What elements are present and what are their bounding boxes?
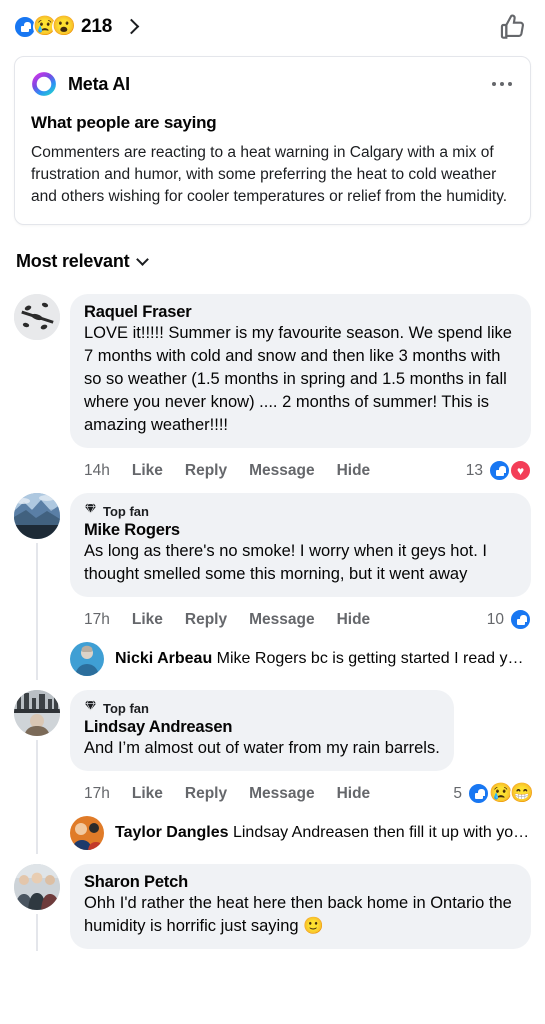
comment-reactions[interactable]: 13 bbox=[465, 460, 531, 481]
comment-body: Top fan Mike Rogers As long as there's n… bbox=[70, 493, 531, 678]
comment-timestamp[interactable]: 14h bbox=[84, 462, 110, 480]
avatar-column bbox=[14, 864, 60, 951]
top-fan-badge: Top fan bbox=[84, 502, 517, 520]
comment-text: And I’m almost out of water from my rain… bbox=[84, 739, 440, 757]
reply-author[interactable]: Nicki Arbeau bbox=[115, 650, 212, 667]
comment-text: As long as there's no smoke! I worry whe… bbox=[84, 542, 488, 583]
avatar-sharon-petch[interactable] bbox=[14, 864, 60, 910]
comment-author[interactable]: Lindsay Andreasen bbox=[84, 718, 440, 737]
comment-item: Sharon Petch Ohh I'd rather the heat her… bbox=[14, 852, 531, 951]
message-button[interactable]: Message bbox=[249, 785, 314, 803]
comment-reaction-count: 13 bbox=[465, 461, 483, 479]
gem-icon bbox=[84, 699, 97, 717]
like-button[interactable]: Like bbox=[132, 611, 163, 629]
reply-preview-text: Nicki Arbeau Mike Rogers bc is getting s… bbox=[115, 650, 531, 668]
avatar-column bbox=[14, 690, 60, 854]
comment-reaction-count: 10 bbox=[486, 610, 504, 628]
comment-actions: 17h Like Reply Message Hide 5 😢 😁 bbox=[70, 771, 534, 804]
avatar-raquel-fraser[interactable] bbox=[14, 294, 60, 340]
comment-author[interactable]: Sharon Petch bbox=[84, 873, 517, 892]
reply-button[interactable]: Reply bbox=[185, 611, 227, 629]
heart-icon bbox=[510, 460, 531, 481]
avatar-nicki-arbeau[interactable] bbox=[70, 642, 104, 676]
comment-reply-preview[interactable]: Nicki Arbeau Mike Rogers bc is getting s… bbox=[70, 630, 531, 678]
wow-icon: 😮 bbox=[52, 16, 76, 38]
meta-ai-ring-icon bbox=[31, 71, 57, 97]
thread-connector-line bbox=[36, 914, 38, 951]
haha-icon: 😁 bbox=[510, 783, 534, 804]
reply-button[interactable]: Reply bbox=[185, 462, 227, 480]
like-button[interactable]: Like bbox=[132, 462, 163, 480]
reply-button[interactable]: Reply bbox=[185, 785, 227, 803]
avatar-column bbox=[14, 493, 60, 680]
comment-bubble: Sharon Petch Ohh I'd rather the heat her… bbox=[70, 864, 531, 949]
comment-body: Sharon Petch Ohh I'd rather the heat her… bbox=[70, 864, 531, 949]
comment-reply-preview[interactable]: Taylor Dangles Lindsay Andreasen then fi… bbox=[70, 804, 531, 852]
avatar-column bbox=[14, 294, 60, 481]
top-fan-label: Top fan bbox=[103, 700, 149, 716]
comment-author[interactable]: Mike Rogers bbox=[84, 521, 517, 540]
reaction-count: 218 bbox=[81, 16, 113, 37]
chevron-right-icon[interactable] bbox=[123, 18, 140, 35]
meta-ai-brand-name: Meta AI bbox=[68, 73, 130, 94]
comment-text: LOVE it!!!!! Summer is my favourite seas… bbox=[84, 324, 512, 434]
comment-timestamp[interactable]: 17h bbox=[84, 785, 110, 803]
meta-ai-card-title: What people are saying bbox=[31, 113, 217, 132]
message-button[interactable]: Message bbox=[249, 611, 314, 629]
comment-bubble: Raquel Fraser LOVE it!!!!! Summer is my … bbox=[70, 294, 531, 448]
reply-author[interactable]: Taylor Dangles bbox=[115, 824, 229, 841]
comment-actions: 14h Like Reply Message Hide 13 bbox=[70, 448, 531, 481]
hide-button[interactable]: Hide bbox=[337, 611, 371, 629]
message-button[interactable]: Message bbox=[249, 462, 314, 480]
hide-button[interactable]: Hide bbox=[337, 785, 371, 803]
comment-bubble: Top fan Lindsay Andreasen And I’m almost… bbox=[70, 690, 454, 771]
comment-reactions[interactable]: 5 😢 😁 bbox=[453, 783, 534, 804]
meta-ai-card-header: Meta AI bbox=[31, 71, 514, 97]
reaction-summary[interactable]: 😢 😮 218 bbox=[14, 16, 140, 38]
comment-author[interactable]: Raquel Fraser bbox=[84, 303, 517, 322]
thread-connector-line bbox=[36, 543, 38, 680]
meta-ai-summary-card: Meta AI What people are saying Commenter… bbox=[14, 56, 531, 225]
like-icon bbox=[489, 460, 510, 481]
top-fan-label: Top fan bbox=[103, 503, 149, 519]
meta-ai-card-summary: Commenters are reacting to a heat warnin… bbox=[31, 144, 508, 205]
post-reaction-bar: 😢 😮 218 bbox=[0, 0, 545, 52]
hide-button[interactable]: Hide bbox=[337, 462, 371, 480]
comment-reaction-count: 5 bbox=[453, 784, 462, 802]
comment-body: Raquel Fraser LOVE it!!!!! Summer is my … bbox=[70, 294, 531, 481]
like-icon bbox=[468, 783, 489, 804]
comment-item: Top fan Lindsay Andreasen And I’m almost… bbox=[14, 678, 534, 854]
chevron-down-icon bbox=[136, 252, 150, 266]
like-icon bbox=[510, 609, 531, 630]
reply-preview-text: Taylor Dangles Lindsay Andreasen then fi… bbox=[115, 824, 531, 842]
reaction-icon-stack: 😢 😮 bbox=[14, 16, 76, 38]
more-options-icon[interactable] bbox=[490, 76, 515, 93]
comments-screen: 😢 😮 218 Meta AI What people are saying C… bbox=[0, 0, 545, 1024]
comment-text: Ohh I'd rather the heat here then back h… bbox=[84, 894, 512, 935]
avatar-lindsay-andreasen[interactable] bbox=[14, 690, 60, 736]
comment-item: Raquel Fraser LOVE it!!!!! Summer is my … bbox=[14, 282, 531, 481]
thumbs-up-outline-icon[interactable] bbox=[497, 11, 529, 43]
avatar-taylor-dangles[interactable] bbox=[70, 816, 104, 850]
comment-sort-selector[interactable]: Most relevant bbox=[0, 225, 545, 282]
reply-body: Mike Rogers bc is getting started I read… bbox=[216, 650, 531, 667]
comment-item: Top fan Mike Rogers As long as there's n… bbox=[14, 481, 531, 680]
avatar-mike-rogers[interactable] bbox=[14, 493, 60, 539]
like-button[interactable]: Like bbox=[132, 785, 163, 803]
gem-icon bbox=[84, 502, 97, 520]
comment-reactions[interactable]: 10 bbox=[486, 609, 531, 630]
comment-actions: 17h Like Reply Message Hide 10 bbox=[70, 597, 531, 630]
top-fan-badge: Top fan bbox=[84, 699, 440, 717]
reply-body: Lindsay Andreasen then fill it up with y… bbox=[232, 824, 531, 841]
comment-sort-label: Most relevant bbox=[16, 251, 130, 271]
thread-connector-line bbox=[36, 740, 38, 854]
sad-icon: 😢 bbox=[489, 783, 513, 804]
comment-timestamp[interactable]: 17h bbox=[84, 611, 110, 629]
meta-ai-brand: Meta AI bbox=[31, 71, 130, 97]
comment-body: Top fan Lindsay Andreasen And I’m almost… bbox=[70, 690, 534, 852]
comment-bubble: Top fan Mike Rogers As long as there's n… bbox=[70, 493, 531, 597]
comments-list: Raquel Fraser LOVE it!!!!! Summer is my … bbox=[0, 282, 545, 951]
